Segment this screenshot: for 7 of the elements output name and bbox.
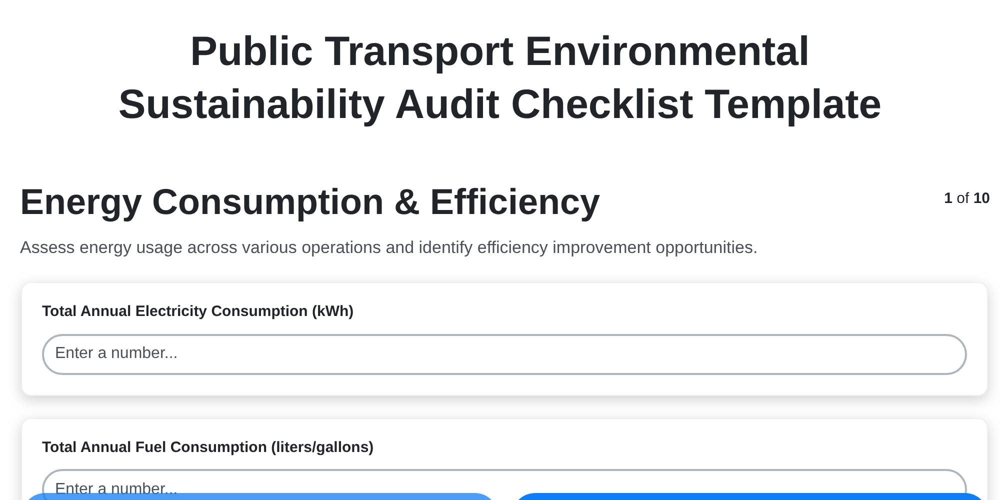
question-label: Total Annual Electricity Consumption (kWh) (42, 302, 355, 322)
page-counter: 1 of 10 (944, 188, 990, 209)
section-heading: Energy Consumption & Efficiency (20, 180, 600, 223)
page-title: Public Transport Environmental Sustainability Audit Checklist Template (117, 27, 883, 130)
section-description: Assess energy usage across various operations and identify efficiency improvement opportunities. (20, 236, 759, 259)
question-label: Total Annual Fuel Consumption (liters/gallons) (42, 438, 375, 458)
number-input-field[interactable]: Enter a number... (42, 334, 967, 375)
